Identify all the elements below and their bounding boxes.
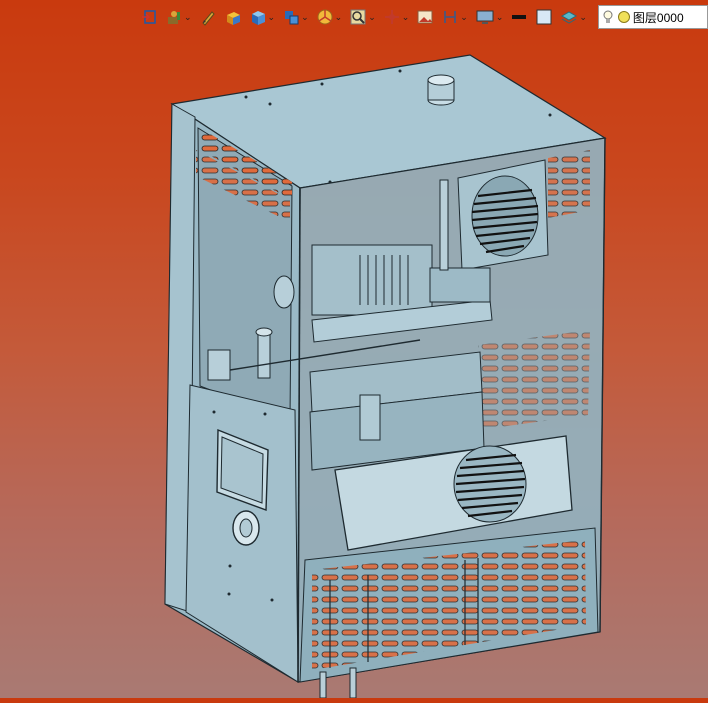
cube-view-icon — [251, 11, 265, 25]
layer-name: 图层0000 — [632, 10, 684, 25]
move-axes-icon — [384, 10, 399, 24]
appearance-wheel-icon — [317, 9, 333, 25]
drain-pipe-right — [349, 667, 357, 699]
view-fit-icon — [142, 10, 156, 24]
line-color-button[interactable] — [508, 6, 530, 28]
chevron-down-icon: ⌄ — [368, 11, 376, 22]
top-vent-top — [427, 74, 455, 86]
view-fit-button[interactable] — [138, 6, 160, 28]
chevron-down-icon: ⌄ — [460, 11, 468, 22]
cube-view-button[interactable]: ⌄ — [247, 6, 278, 28]
model-viewport[interactable] — [0, 30, 708, 699]
display-style-icon — [168, 11, 180, 24]
move-axes-button[interactable]: ⌄ — [381, 6, 412, 28]
image-render-button[interactable] — [414, 6, 436, 28]
sketch-pen-icon — [201, 11, 215, 26]
cube-section-icon — [285, 11, 299, 25]
zoom-icon — [350, 9, 366, 25]
control-knob-center — [239, 518, 253, 538]
monitor-button[interactable]: ⌄ — [473, 6, 506, 28]
monitor-icon — [476, 10, 494, 24]
right-upper-slots — [548, 150, 590, 218]
left-knob-mount — [273, 275, 295, 309]
display-style-button[interactable]: ⌄ — [163, 6, 194, 28]
rod-bracket — [207, 349, 231, 381]
motor-block — [311, 244, 433, 316]
side-post — [257, 329, 271, 379]
fill-color-button[interactable] — [533, 6, 555, 28]
layers-button[interactable]: ⌄ — [558, 6, 589, 28]
side-post-cap — [255, 327, 273, 337]
chevron-down-icon: ⌄ — [495, 11, 504, 22]
cabinet-3d-model — [164, 54, 607, 699]
section-view-button[interactable]: ⌄ — [439, 6, 470, 28]
chevron-down-icon: ⌄ — [401, 11, 410, 22]
chevron-down-icon: ⌄ — [301, 11, 309, 22]
appearance-wheel-button[interactable]: ⌄ — [314, 6, 345, 28]
gear-assembly — [429, 267, 491, 303]
zoom-button[interactable]: ⌄ — [347, 6, 378, 28]
chevron-down-icon: ⌄ — [184, 11, 192, 22]
chevron-down-icon: ⌄ — [334, 11, 343, 22]
lightbulb-icon — [603, 10, 613, 23]
layer-selector[interactable]: 图层0000 — [597, 5, 708, 29]
chevron-down-icon: ⌄ — [267, 11, 276, 22]
layers-icon — [561, 11, 578, 24]
box-solid-icon — [226, 12, 240, 25]
section-view-icon — [444, 11, 457, 23]
chevron-down-icon: ⌄ — [579, 11, 587, 22]
sketch-pen-button[interactable] — [197, 6, 219, 28]
cube-section-button[interactable]: ⌄ — [280, 6, 311, 28]
image-render-icon — [417, 10, 433, 24]
vertical-rod — [439, 179, 449, 271]
box-solid-button[interactable] — [222, 6, 244, 28]
drain-pipe-left — [319, 671, 327, 699]
fill-color-icon — [536, 9, 552, 25]
center-spindle — [359, 394, 381, 441]
right-middle-slots — [478, 330, 590, 430]
view-toolbar: ⌄ ⌄ ⌄ ⌄ ⌄ ⌄ ⌄ ⌄ ⌄ 图层0000 — [138, 4, 708, 30]
line-color-icon — [512, 15, 527, 19]
layer-visible-icon — [617, 11, 630, 23]
